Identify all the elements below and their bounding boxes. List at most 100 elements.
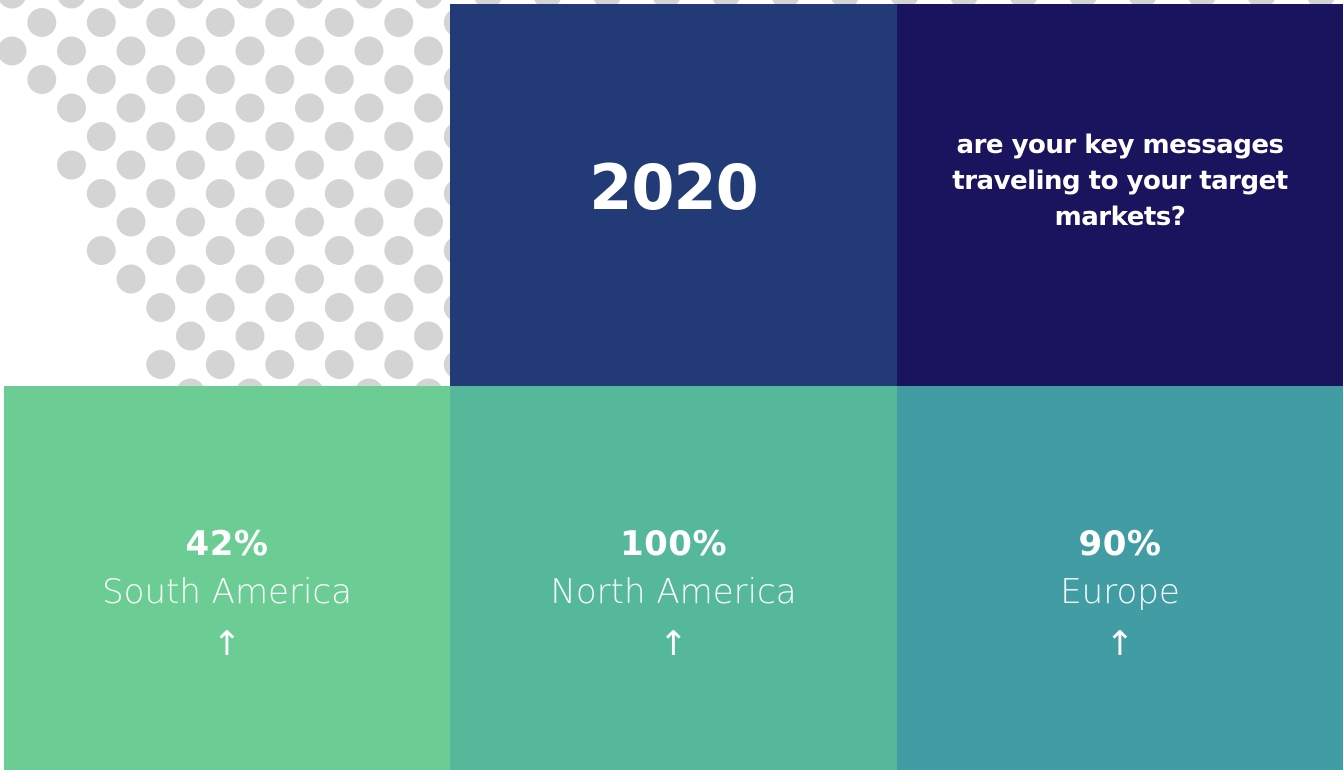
stat-region-label: North America bbox=[550, 572, 797, 612]
pattern-dot bbox=[296, 0, 323, 9]
year-tile: 2020 bbox=[450, 4, 897, 386]
pattern-dot bbox=[205, 8, 235, 37]
pattern-dot bbox=[265, 236, 295, 265]
up-arrow-icon: ↑ bbox=[1105, 624, 1135, 664]
pattern-dot bbox=[324, 236, 354, 265]
pattern-dot bbox=[235, 264, 265, 294]
stat-region-label: Europe bbox=[1060, 572, 1180, 612]
up-arrow-icon: ↑ bbox=[212, 624, 242, 664]
pattern-dot bbox=[414, 207, 443, 237]
pattern-dot bbox=[414, 264, 443, 294]
pattern-dot bbox=[384, 293, 414, 322]
pattern-dot bbox=[354, 264, 384, 294]
pattern-dot bbox=[146, 8, 176, 37]
pattern-dot bbox=[176, 93, 205, 123]
pattern-dot bbox=[235, 207, 265, 237]
pattern-dot bbox=[205, 293, 235, 322]
stat-value: 90% bbox=[1078, 524, 1162, 564]
pattern-dot bbox=[324, 65, 354, 94]
pattern-dot bbox=[295, 150, 324, 180]
pattern-dot bbox=[176, 264, 205, 294]
pattern-dot bbox=[354, 207, 384, 237]
pattern-dot bbox=[58, 0, 85, 9]
stat-value: 42% bbox=[185, 524, 269, 564]
pattern-dot bbox=[324, 350, 354, 379]
pattern-dot bbox=[205, 350, 235, 379]
pattern-dot bbox=[296, 378, 323, 386]
pattern-dot bbox=[176, 36, 205, 66]
pattern-dot bbox=[176, 150, 205, 180]
pattern-dot bbox=[86, 122, 116, 151]
pattern-dot bbox=[27, 8, 57, 37]
pattern-dot bbox=[265, 65, 295, 94]
pattern-dot bbox=[146, 293, 176, 322]
pattern-dot bbox=[414, 150, 443, 180]
pattern-dot bbox=[235, 93, 265, 123]
pattern-dot bbox=[324, 122, 354, 151]
stat-tile-europe: 90% Europe ↑ bbox=[897, 386, 1343, 770]
pattern-dot bbox=[354, 93, 384, 123]
pattern-dot bbox=[146, 122, 176, 151]
pattern-dot bbox=[176, 321, 205, 351]
stat-tile-north-america: 100% North America ↑ bbox=[450, 386, 897, 770]
pattern-dot bbox=[324, 179, 354, 208]
pattern-dot bbox=[415, 378, 442, 386]
pattern-dot bbox=[205, 122, 235, 151]
pattern-dot bbox=[324, 8, 354, 37]
pattern-dot bbox=[177, 0, 204, 9]
pattern-dot bbox=[86, 8, 116, 37]
pattern-dot bbox=[415, 0, 442, 9]
pattern-dot bbox=[295, 321, 324, 351]
pattern-dot bbox=[205, 179, 235, 208]
pattern-dot bbox=[116, 264, 146, 294]
pattern-dot bbox=[324, 293, 354, 322]
pattern-dot bbox=[235, 36, 265, 66]
year-heading: 2020 bbox=[589, 150, 759, 224]
pattern-dot bbox=[116, 150, 146, 180]
question-heading: are your key messages traveling to your … bbox=[952, 130, 1288, 232]
pattern-dot bbox=[355, 0, 383, 9]
up-arrow-icon: ↑ bbox=[659, 624, 688, 664]
pattern-dot bbox=[295, 264, 324, 294]
pattern-dot bbox=[384, 65, 414, 94]
pattern-dot bbox=[235, 321, 265, 351]
pattern-dot bbox=[27, 65, 57, 94]
pattern-dot bbox=[384, 350, 414, 379]
pattern-dot bbox=[116, 93, 146, 123]
pattern-dot bbox=[57, 93, 86, 123]
pattern-dot bbox=[354, 36, 384, 66]
pattern-dot bbox=[116, 36, 146, 66]
pattern-dot bbox=[414, 36, 443, 66]
pattern-dot bbox=[384, 236, 414, 265]
pattern-dot bbox=[414, 93, 443, 123]
pattern-dot bbox=[146, 350, 176, 379]
pattern-dot bbox=[86, 236, 116, 265]
pattern-dot bbox=[265, 179, 295, 208]
pattern-dot bbox=[265, 293, 295, 322]
pattern-dot bbox=[384, 179, 414, 208]
pattern-dot bbox=[86, 65, 116, 94]
stat-tile-south-america: 42% South America ↑ bbox=[4, 386, 450, 770]
pattern-dot bbox=[295, 207, 324, 237]
stat-value: 100% bbox=[619, 524, 728, 564]
pattern-dot bbox=[57, 150, 86, 180]
pattern-dot bbox=[205, 65, 235, 94]
pattern-dot bbox=[236, 0, 264, 9]
infographic: 2020 are your key messages traveling to … bbox=[0, 0, 1343, 770]
pattern-dot bbox=[265, 8, 295, 37]
pattern-dot bbox=[146, 236, 176, 265]
question-tile: are your key messages traveling to your … bbox=[897, 4, 1343, 386]
pattern-dot bbox=[354, 150, 384, 180]
pattern-dot bbox=[295, 36, 324, 66]
pattern-dot bbox=[86, 179, 116, 208]
pattern-dot bbox=[295, 93, 324, 123]
pattern-dot bbox=[235, 150, 265, 180]
pattern-dot bbox=[146, 179, 176, 208]
pattern-dot bbox=[57, 36, 86, 66]
pattern-dot bbox=[205, 236, 235, 265]
pattern-dot bbox=[384, 122, 414, 151]
pattern-dot bbox=[356, 378, 382, 386]
pattern-dot bbox=[176, 207, 205, 237]
pattern-dot bbox=[0, 36, 27, 66]
pattern-dot bbox=[146, 65, 176, 94]
